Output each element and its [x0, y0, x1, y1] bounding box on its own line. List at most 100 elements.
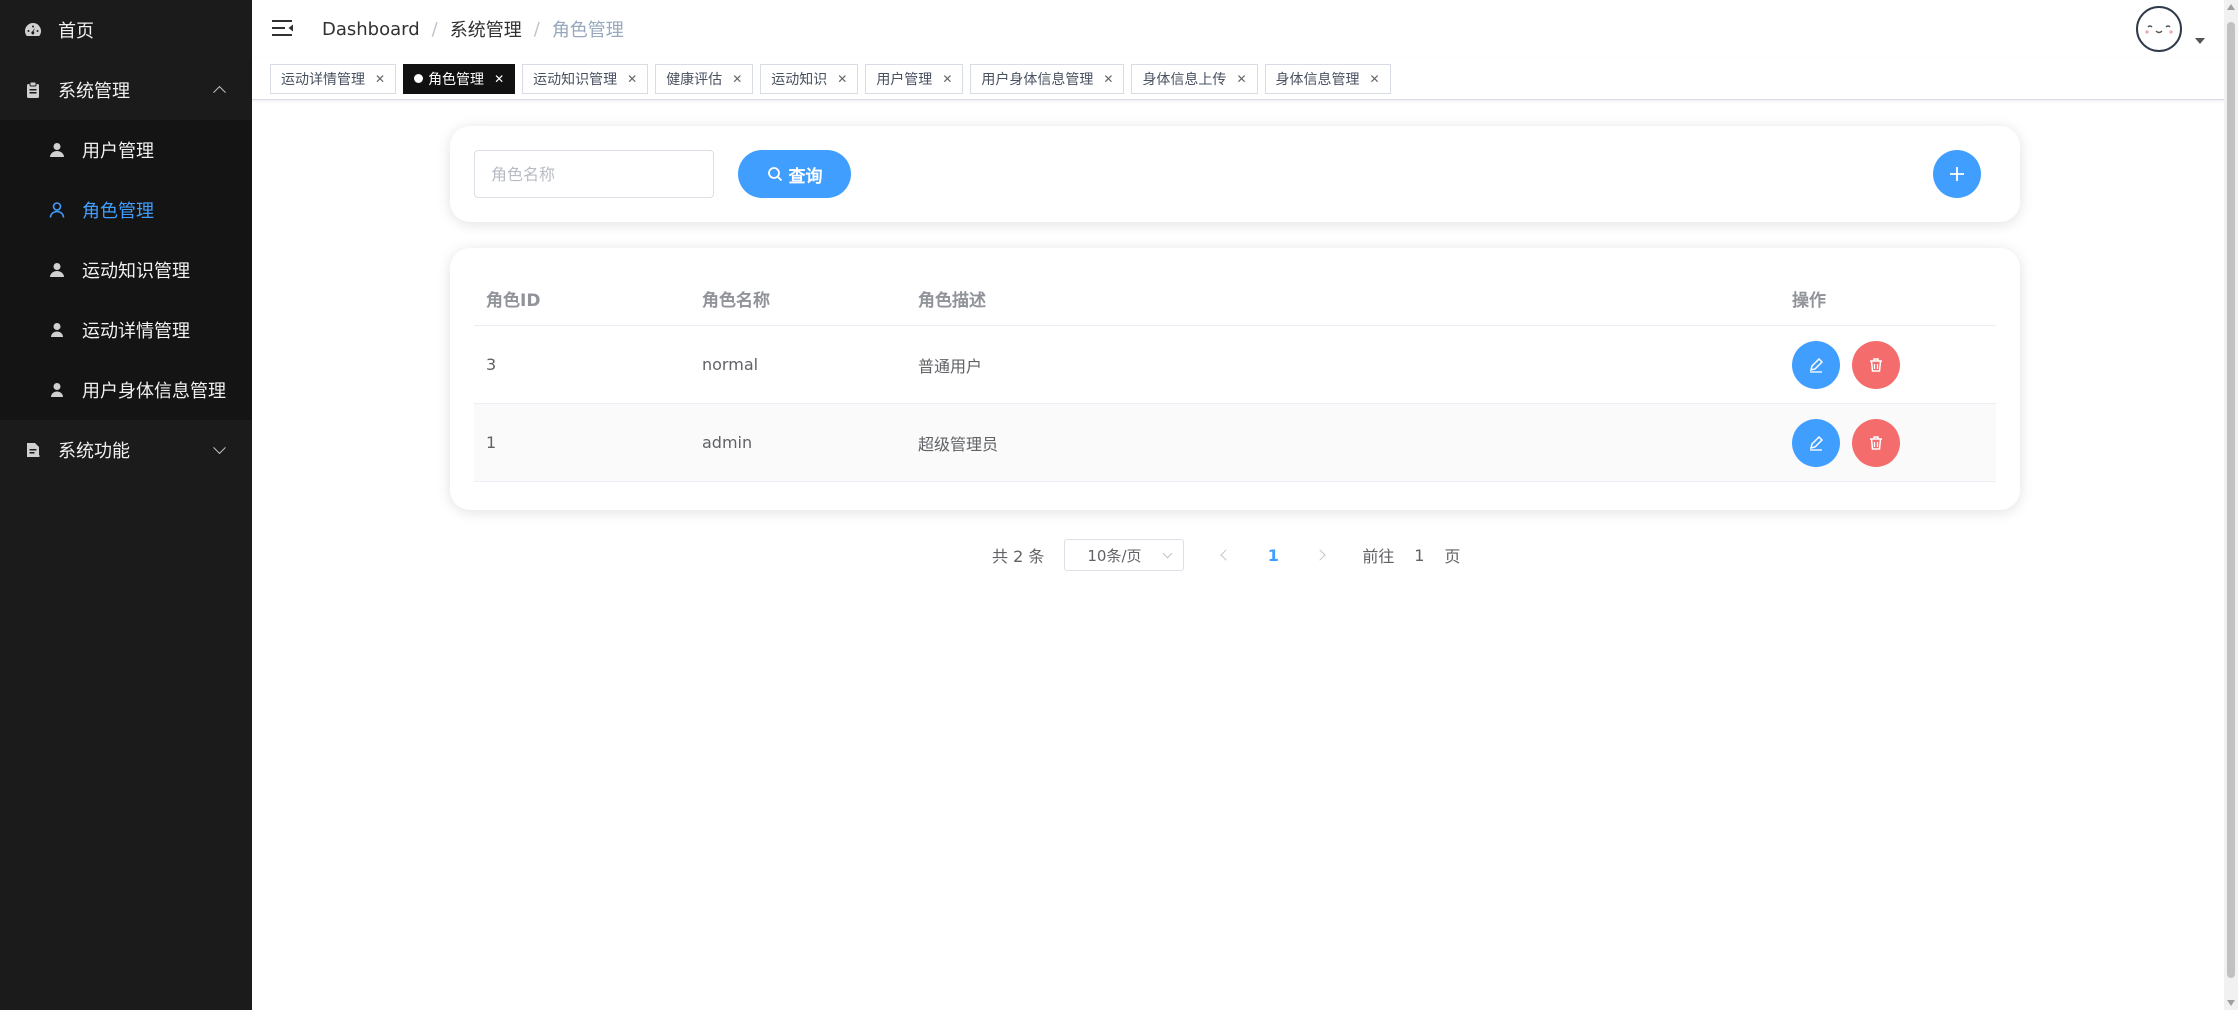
breadcrumb-separator: / [533, 18, 540, 40]
tag-label: 健康评估 [666, 71, 723, 88]
column-header-role-id: 角色ID [486, 291, 541, 311]
scrollbar-thumb[interactable] [2227, 22, 2235, 978]
sidebar-item-role-management[interactable]: 角色管理 [0, 180, 252, 240]
menu-label-system-management: 系统管理 [58, 81, 130, 102]
scroll-down-arrow-icon[interactable] [2227, 1000, 2235, 1006]
cell-role-id: 1 [486, 433, 497, 452]
close-icon[interactable]: ✕ [1370, 72, 1380, 86]
query-button[interactable]: 查询 [738, 150, 851, 198]
tag-label: 运动详情管理 [281, 71, 365, 88]
sidebar-item-exercise-detail-management[interactable]: 运动详情管理 [0, 300, 252, 360]
close-icon[interactable]: ✕ [627, 72, 637, 86]
user-icon [48, 261, 66, 279]
trash-icon [1868, 357, 1884, 373]
edit-icon [1808, 435, 1824, 451]
add-role-button[interactable] [1933, 150, 1981, 198]
column-header-actions: 操作 [1792, 291, 1826, 311]
menu-item-system-functions[interactable]: 系统功能 [0, 420, 252, 480]
hamburger-icon[interactable] [272, 19, 294, 37]
tag-user-body-info-management[interactable]: 用户身体信息管理 ✕ [970, 63, 1125, 94]
menu-label-home: 首页 [58, 21, 94, 42]
close-icon[interactable]: ✕ [837, 72, 847, 86]
query-button-label: 查询 [788, 166, 823, 187]
tag-label: 身体信息管理 [1275, 71, 1360, 88]
delete-button[interactable] [1852, 418, 1900, 467]
clipboard-icon [24, 81, 42, 99]
close-icon[interactable]: ✕ [375, 72, 385, 86]
page-size-select[interactable]: 10条/页 [1064, 539, 1185, 571]
tag-label: 用户管理 [876, 71, 933, 88]
close-icon[interactable]: ✕ [494, 72, 504, 86]
goto-suffix: 页 [1444, 547, 1461, 566]
prev-page-button[interactable] [1211, 539, 1241, 571]
column-header-role-description: 角色描述 [918, 291, 986, 311]
tag-body-info-management[interactable]: 身体信息管理 ✕ [1264, 63, 1391, 94]
sidebar-item-user-management[interactable]: 用户管理 [0, 120, 252, 180]
chevron-down-icon [1162, 548, 1173, 559]
cell-actions [1780, 340, 1996, 389]
sidebar-item-label: 角色管理 [82, 201, 154, 222]
goto-prefix: 前往 [1362, 547, 1395, 566]
vertical-scrollbar[interactable] [2224, 0, 2238, 1010]
menu-item-home[interactable]: 首页 [0, 0, 252, 60]
search-card: 查询 [450, 126, 2020, 222]
tag-label: 用户身体信息管理 [981, 71, 1094, 88]
tag-exercise-knowledge-management[interactable]: 运动知识管理 ✕ [522, 63, 649, 94]
tag-user-management[interactable]: 用户管理 ✕ [865, 63, 964, 94]
tag-label: 身体信息上传 [1142, 71, 1227, 88]
trash-icon [1868, 435, 1884, 451]
edit-button[interactable] [1792, 340, 1840, 389]
sidebar: 首页 系统管理 用户管理 角色管理 运动知识管理 运动详情管理 用户身体信息管理… [0, 0, 252, 1010]
table-row: 3 normal 普通用户 [474, 326, 1996, 404]
close-icon[interactable]: ✕ [732, 72, 742, 86]
close-icon[interactable]: ✕ [1103, 72, 1113, 86]
sidebar-item-label: 运动知识管理 [82, 261, 190, 282]
table-row: 1 admin 超级管理员 [474, 404, 1996, 482]
user-icon [48, 381, 66, 399]
next-page-button[interactable] [1305, 539, 1335, 571]
table-header: 角色ID 角色名称 角色描述 操作 [474, 272, 1996, 326]
sidebar-item-label: 运动详情管理 [82, 321, 190, 342]
document-icon [24, 441, 42, 459]
user-icon [48, 141, 66, 159]
plus-icon [1948, 165, 1966, 183]
breadcrumb-current: 角色管理 [551, 20, 624, 41]
breadcrumb-item[interactable]: Dashboard [322, 19, 420, 40]
caret-down-icon[interactable] [2195, 38, 2205, 44]
goto-page-input[interactable] [1394, 545, 1445, 565]
tag-exercise-detail-management[interactable]: 运动详情管理 ✕ [270, 63, 397, 94]
tags-view: 运动详情管理 ✕ 角色管理 ✕ 运动知识管理 ✕ 健康评估 ✕ 运动知识 ✕ 用户管理 ✕ … [252, 58, 2224, 100]
tag-health-assessment[interactable]: 健康评估 ✕ [655, 63, 754, 94]
cell-role-description: 超级管理员 [918, 434, 999, 454]
table-card: 角色ID 角色名称 角色描述 操作 3 normal 普通用户 1 admin … [450, 248, 2020, 510]
page-number-current[interactable]: 1 [1258, 546, 1288, 565]
delete-button[interactable] [1852, 340, 1900, 389]
user-outline-icon [48, 201, 66, 219]
chevron-down-icon [213, 441, 226, 455]
close-icon[interactable]: ✕ [942, 72, 952, 86]
edit-icon [1808, 357, 1824, 373]
cell-role-id: 3 [486, 355, 497, 374]
breadcrumb: Dashboard / 系统管理 / 角色管理 [322, 16, 624, 42]
column-header-role-name: 角色名称 [702, 291, 770, 311]
pagination: 共 2 条 10条/页 1 前往 页 [992, 538, 1460, 572]
close-icon[interactable]: ✕ [1236, 72, 1246, 86]
chevron-left-icon [1220, 549, 1233, 561]
sidebar-item-exercise-knowledge-management[interactable]: 运动知识管理 [0, 240, 252, 300]
edit-button[interactable] [1792, 418, 1840, 467]
active-dot-icon [414, 74, 424, 83]
tag-exercise-knowledge[interactable]: 运动知识 ✕ [760, 63, 859, 94]
menu-item-system-management[interactable]: 系统管理 [0, 60, 252, 120]
sidebar-item-label: 用户管理 [82, 141, 154, 162]
top-navbar: Dashboard / 系统管理 / 角色管理 [252, 0, 2238, 58]
role-name-search-input[interactable] [474, 150, 714, 198]
pagination-total: 共 2 条 [992, 547, 1045, 566]
cell-role-name: admin [702, 433, 753, 452]
tag-role-management[interactable]: 角色管理 ✕ [403, 63, 516, 94]
avatar[interactable] [2136, 6, 2182, 52]
tag-body-info-upload[interactable]: 身体信息上传 ✕ [1131, 63, 1258, 94]
scroll-up-arrow-icon[interactable] [2227, 4, 2235, 10]
sidebar-item-user-body-info-management[interactable]: 用户身体信息管理 [0, 360, 252, 420]
chevron-up-icon [213, 85, 226, 99]
breadcrumb-item[interactable]: 系统管理 [450, 16, 522, 42]
